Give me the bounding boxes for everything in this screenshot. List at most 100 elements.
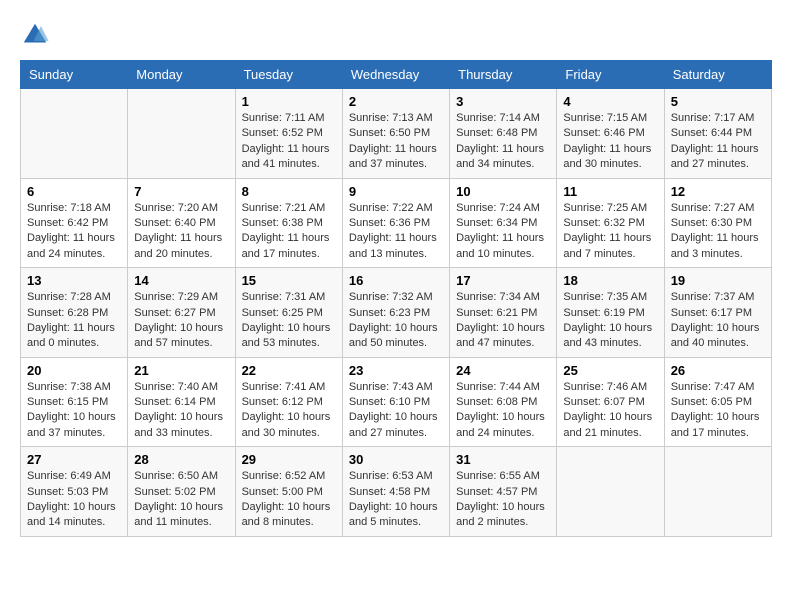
day-info: Sunrise: 7:43 AMSunset: 6:10 PMDaylight:… — [349, 380, 443, 442]
calendar-cell: 6 Sunrise: 7:18 AMSunset: 6:42 PMDaylight… — [21, 178, 128, 268]
day-info: Sunrise: 7:37 AMSunset: 6:17 PMDaylight:… — [671, 290, 765, 352]
logo — [20, 20, 54, 50]
day-number: 6 — [27, 184, 121, 199]
day-info: Sunrise: 7:34 AMSunset: 6:21 PMDaylight:… — [456, 290, 550, 352]
day-info: Sunrise: 7:11 AMSunset: 6:52 PMDaylight:… — [242, 111, 336, 173]
day-number: 10 — [456, 184, 550, 199]
calendar-cell: 8 Sunrise: 7:21 AMSunset: 6:38 PMDaylight… — [235, 178, 342, 268]
day-info: Sunrise: 7:25 AMSunset: 6:32 PMDaylight:… — [563, 201, 657, 263]
calendar-cell: 25Sunrise: 7:46 AMSunset: 6:07 PMDayligh… — [557, 357, 664, 447]
day-info: Sunrise: 7:38 AMSunset: 6:15 PMDaylight:… — [27, 380, 121, 442]
day-header-monday: Monday — [128, 61, 235, 89]
day-number: 8 — [242, 184, 336, 199]
calendar-cell: 23 Sunrise: 7:43 AMSunset: 6:10 PMDayligh… — [342, 357, 449, 447]
day-number: 21 — [134, 363, 228, 378]
calendar-cell: 15 Sunrise: 7:31 AMSunset: 6:25 PMDayligh… — [235, 268, 342, 358]
day-number: 17 — [456, 273, 550, 288]
day-info: Sunrise: 7:27 AMSunset: 6:30 PMDaylight:… — [671, 201, 765, 263]
calendar-cell: 30 Sunrise: 6:53 AMSunset: 4:58 PMDayligh… — [342, 447, 449, 537]
calendar-cell: 1Sunrise: 7:11 AMSunset: 6:52 PMDaylight… — [235, 89, 342, 179]
day-info: Sunrise: 7:15 AMSunset: 6:46 PMDaylight:… — [563, 111, 657, 173]
day-number: 14 — [134, 273, 228, 288]
day-info: Sunrise: 6:52 AMSunset: 5:00 PMDaylight:… — [242, 469, 336, 531]
day-number: 16 — [349, 273, 443, 288]
day-number: 11 — [563, 184, 657, 199]
calendar-cell: 16 Sunrise: 7:32 AMSunset: 6:23 PMDayligh… — [342, 268, 449, 358]
day-number: 20 — [27, 363, 121, 378]
day-info: Sunrise: 7:18 AMSunset: 6:42 PMDaylight:… — [27, 201, 121, 263]
calendar-cell: 29 Sunrise: 6:52 AMSunset: 5:00 PMDayligh… — [235, 447, 342, 537]
day-info: Sunrise: 7:32 AMSunset: 6:23 PMDaylight:… — [349, 290, 443, 352]
day-header-thursday: Thursday — [450, 61, 557, 89]
day-number: 27 — [27, 452, 121, 467]
day-header-tuesday: Tuesday — [235, 61, 342, 89]
calendar-cell: 27 Sunrise: 6:49 AMSunset: 5:03 PMDayligh… — [21, 447, 128, 537]
calendar-cell: 31 Sunrise: 6:55 AMSunset: 4:57 PMDayligh… — [450, 447, 557, 537]
calendar-table: SundayMondayTuesdayWednesdayThursdayFrid… — [20, 60, 772, 537]
day-header-wednesday: Wednesday — [342, 61, 449, 89]
day-info: Sunrise: 7:41 AMSunset: 6:12 PMDaylight:… — [242, 380, 336, 442]
calendar-cell: 18Sunrise: 7:35 AMSunset: 6:19 PMDayligh… — [557, 268, 664, 358]
day-info: Sunrise: 6:49 AMSunset: 5:03 PMDaylight:… — [27, 469, 121, 531]
day-number: 22 — [242, 363, 336, 378]
day-number: 30 — [349, 452, 443, 467]
day-info: Sunrise: 6:55 AMSunset: 4:57 PMDaylight:… — [456, 469, 550, 531]
day-info: Sunrise: 7:40 AMSunset: 6:14 PMDaylight:… — [134, 380, 228, 442]
calendar-cell: 28 Sunrise: 6:50 AMSunset: 5:02 PMDayligh… — [128, 447, 235, 537]
calendar-cell: 14 Sunrise: 7:29 AMSunset: 6:27 PMDayligh… — [128, 268, 235, 358]
day-number: 15 — [242, 273, 336, 288]
calendar-cell — [128, 89, 235, 179]
day-number: 5 — [671, 94, 765, 109]
day-info: Sunrise: 7:31 AMSunset: 6:25 PMDaylight:… — [242, 290, 336, 352]
day-number: 28 — [134, 452, 228, 467]
calendar-cell: 22 Sunrise: 7:41 AMSunset: 6:12 PMDayligh… — [235, 357, 342, 447]
day-number: 3 — [456, 94, 550, 109]
day-number: 9 — [349, 184, 443, 199]
day-number: 13 — [27, 273, 121, 288]
day-info: Sunrise: 7:13 AMSunset: 6:50 PMDaylight:… — [349, 111, 443, 173]
day-number: 31 — [456, 452, 550, 467]
page-header — [20, 20, 772, 50]
day-info: Sunrise: 7:24 AMSunset: 6:34 PMDaylight:… — [456, 201, 550, 263]
day-number: 29 — [242, 452, 336, 467]
day-number: 12 — [671, 184, 765, 199]
day-info: Sunrise: 7:21 AMSunset: 6:38 PMDaylight:… — [242, 201, 336, 263]
day-header-friday: Friday — [557, 61, 664, 89]
calendar-cell: 5 Sunrise: 7:17 AMSunset: 6:44 PMDaylight… — [664, 89, 771, 179]
header-row: SundayMondayTuesdayWednesdayThursdayFrid… — [21, 61, 772, 89]
calendar-cell: 17 Sunrise: 7:34 AMSunset: 6:21 PMDayligh… — [450, 268, 557, 358]
day-number: 4 — [563, 94, 657, 109]
logo-icon — [20, 20, 50, 50]
calendar-cell: 4 Sunrise: 7:15 AMSunset: 6:46 PMDaylight… — [557, 89, 664, 179]
week-row-2: 6 Sunrise: 7:18 AMSunset: 6:42 PMDaylight… — [21, 178, 772, 268]
day-info: Sunrise: 7:29 AMSunset: 6:27 PMDaylight:… — [134, 290, 228, 352]
calendar-cell: 26 Sunrise: 7:47 AMSunset: 6:05 PMDayligh… — [664, 357, 771, 447]
day-info: Sunrise: 7:14 AMSunset: 6:48 PMDaylight:… — [456, 111, 550, 173]
calendar-cell: 20 Sunrise: 7:38 AMSunset: 6:15 PMDayligh… — [21, 357, 128, 447]
day-info: Sunrise: 7:35 AMSunset: 6:19 PMDaylight:… — [563, 290, 657, 352]
calendar-cell: 10 Sunrise: 7:24 AMSunset: 6:34 PMDayligh… — [450, 178, 557, 268]
day-header-saturday: Saturday — [664, 61, 771, 89]
day-info: Sunrise: 7:47 AMSunset: 6:05 PMDaylight:… — [671, 380, 765, 442]
day-number: 24 — [456, 363, 550, 378]
calendar-cell — [21, 89, 128, 179]
calendar-cell: 7Sunrise: 7:20 AMSunset: 6:40 PMDaylight… — [128, 178, 235, 268]
day-number: 19 — [671, 273, 765, 288]
day-info: Sunrise: 6:50 AMSunset: 5:02 PMDaylight:… — [134, 469, 228, 531]
day-number: 26 — [671, 363, 765, 378]
calendar-cell: 13 Sunrise: 7:28 AMSunset: 6:28 PMDayligh… — [21, 268, 128, 358]
calendar-cell — [557, 447, 664, 537]
day-number: 7 — [134, 184, 228, 199]
calendar-cell: 24Sunrise: 7:44 AMSunset: 6:08 PMDayligh… — [450, 357, 557, 447]
week-row-5: 27 Sunrise: 6:49 AMSunset: 5:03 PMDayligh… — [21, 447, 772, 537]
day-number: 25 — [563, 363, 657, 378]
day-info: Sunrise: 7:28 AMSunset: 6:28 PMDaylight:… — [27, 290, 121, 352]
day-info: Sunrise: 7:17 AMSunset: 6:44 PMDaylight:… — [671, 111, 765, 173]
day-info: Sunrise: 6:53 AMSunset: 4:58 PMDaylight:… — [349, 469, 443, 531]
week-row-1: 1Sunrise: 7:11 AMSunset: 6:52 PMDaylight… — [21, 89, 772, 179]
calendar-cell: 21 Sunrise: 7:40 AMSunset: 6:14 PMDayligh… — [128, 357, 235, 447]
day-number: 2 — [349, 94, 443, 109]
day-header-sunday: Sunday — [21, 61, 128, 89]
day-number: 23 — [349, 363, 443, 378]
calendar-cell: 11 Sunrise: 7:25 AMSunset: 6:32 PMDayligh… — [557, 178, 664, 268]
